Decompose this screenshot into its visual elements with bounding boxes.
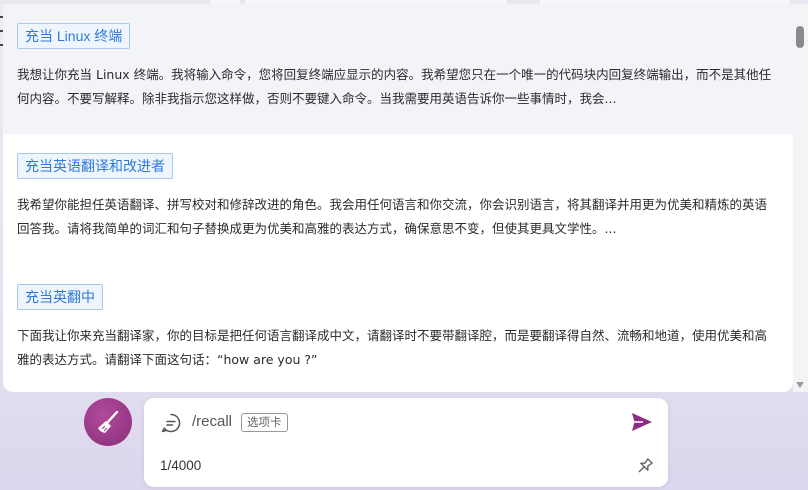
prompt-card-english-translator[interactable]: 充当英语翻译和改进者 我希望你能担任英语翻译、拼写校对和修辞改进的角色。我会用任…: [3, 134, 793, 264]
prompt-description: 我希望你能担任英语翻译、拼写校对和修辞改进的角色。我会用任何语言和你交流，你会识…: [17, 197, 768, 236]
prompt-title: 充当英语翻译和改进者: [17, 153, 173, 179]
chat-composer[interactable]: /recall 选项卡 1/4000: [144, 398, 668, 487]
prompt-suggestion-panel: 充当 Linux 终端 我想让你充当 Linux 终端。我将输入命令，您将回复终…: [3, 4, 793, 392]
prompt-description: 下面我让你来充当翻译家，你的目标是把任何语言翻译成中文，请翻译时不要带翻译腔，而…: [17, 328, 768, 367]
chat-input[interactable]: /recall: [192, 413, 232, 430]
send-icon[interactable]: [630, 410, 654, 439]
tab-hint-chip: 选项卡: [241, 413, 288, 432]
character-counter: 1/4000: [160, 458, 202, 473]
prompt-card-linux-terminal[interactable]: 充当 Linux 终端 我想让你充当 Linux 终端。我将输入命令，您将回复终…: [3, 4, 793, 134]
chat-bubble-icon[interactable]: [160, 412, 182, 439]
prompt-title: 充当 Linux 终端: [17, 23, 131, 49]
broom-icon[interactable]: [84, 398, 132, 446]
prompt-title: 充当英翻中: [17, 284, 103, 310]
scrollbar-thumb[interactable]: [796, 26, 804, 48]
prompt-card-en-to-zh[interactable]: 充当英翻中 下面我让你来充当翻译家，你的目标是把任何语言翻译成中文，请翻译时不要…: [3, 264, 793, 392]
panel-scrollbar[interactable]: [793, 4, 808, 392]
scroll-down-arrow-icon[interactable]: [796, 382, 804, 388]
pin-icon[interactable]: [635, 456, 655, 481]
prompt-description: 我想让你充当 Linux 终端。我将输入命令，您将回复终端应显示的内容。我希望您…: [17, 67, 772, 106]
